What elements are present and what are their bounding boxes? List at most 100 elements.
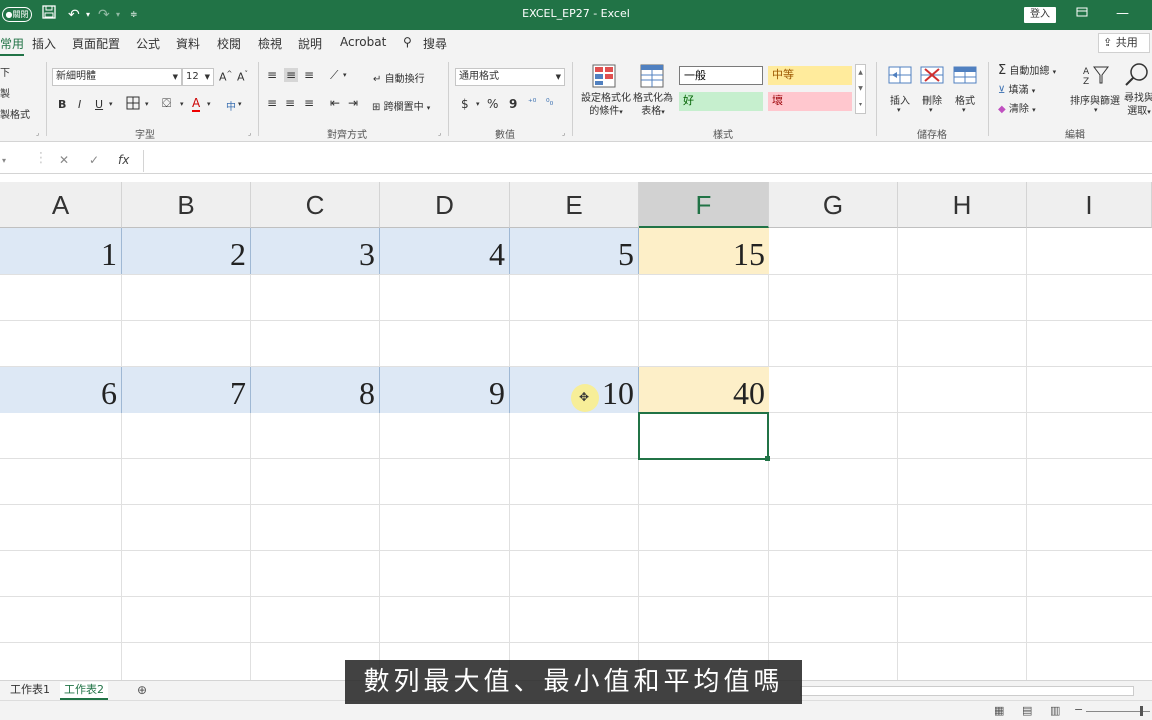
chevron-down-icon[interactable]: ▾ [929,106,933,114]
merge-center-button[interactable]: ⊞ 跨欄置中 ▾ [372,98,430,113]
insert-function-icon[interactable]: fx [118,153,129,167]
find-icon[interactable] [1124,62,1150,92]
column-header-h[interactable]: H [898,182,1027,228]
font-size-combo[interactable]: 12 ▼ [182,68,214,86]
comma-button[interactable]: 9 [509,97,517,111]
cell-e1[interactable]: 5 [510,228,639,274]
search-icon[interactable]: ⚲ [403,35,412,49]
chevron-down-icon[interactable]: ▾ [476,100,480,108]
align-top-icon[interactable]: ≡ [267,68,277,82]
align-bottom-icon[interactable]: ≡ [304,68,314,82]
styles-scroll[interactable]: ▲ ▼ ▾ [855,64,866,114]
sheet-tab-2[interactable]: 工作表2 [60,682,108,700]
chevron-down-icon[interactable]: ▾ [962,106,966,114]
phonetic-button[interactable]: 中 [226,98,236,113]
increase-decimal-icon[interactable]: ⁺⁰ [528,98,536,108]
clipboard-launcher-icon[interactable]: ⌟ [36,129,39,137]
align-center-icon[interactable]: ≡ [285,96,295,110]
cell-b4[interactable]: 7 [122,367,251,413]
wrap-text-button[interactable]: ↵ 自動換行 [373,70,425,85]
cell-c1[interactable]: 3 [251,228,380,274]
page-layout-view-icon[interactable]: ▤ [1022,704,1032,717]
copy-button[interactable]: 製 [0,85,10,100]
shrink-font-icon[interactable]: A˅ [237,70,248,84]
cell-d4[interactable]: 9 [380,367,510,413]
column-header-f[interactable]: F [639,182,769,228]
zoom-out-icon[interactable]: − [1074,703,1083,716]
cell-f4[interactable]: 40 [639,367,769,413]
chevron-down-icon[interactable]: ▾ [897,106,901,114]
insert-cells-icon[interactable] [888,64,912,90]
style-neutral[interactable]: 中等 [768,66,852,85]
column-header-i[interactable]: I [1027,182,1152,228]
tab-acrobat[interactable]: Acrobat [340,35,386,49]
align-left-icon[interactable]: ≡ [267,96,277,110]
chevron-down-icon[interactable]: ▾ [238,100,242,108]
sheet-tab-1[interactable]: 工作表1 [6,682,54,700]
chevron-down-icon[interactable]: ▾ [109,100,113,108]
clear-button[interactable]: ◆ 清除 ▾ [998,100,1036,115]
style-bad[interactable]: 壞 [768,92,852,111]
font-launcher-icon[interactable]: ⌟ [248,129,251,137]
align-middle-icon[interactable]: ≡ [284,68,299,82]
font-color-button[interactable]: A [192,96,201,112]
share-button[interactable]: ⇪ 共用 [1098,33,1150,53]
alignment-launcher-icon[interactable]: ⌟ [438,129,441,137]
chevron-down-icon[interactable]: ▾ [1094,106,1098,114]
column-header-e[interactable]: E [510,182,639,228]
ribbon-display-icon[interactable] [1076,6,1088,22]
format-painter-button[interactable]: 製格式 [0,106,30,121]
signin-button[interactable]: 登入 [1024,7,1056,23]
number-format-combo[interactable]: 通用格式 ▼ [455,68,565,86]
chevron-down-icon[interactable]: ▾ [180,100,184,108]
tab-review[interactable]: 校閱 [217,35,241,52]
conditional-format-button[interactable]: 設定格式化 的條件▾ [580,92,632,119]
format-as-table-icon[interactable] [640,64,664,92]
minimize-icon[interactable]: — [1116,6,1129,21]
page-break-view-icon[interactable]: ▥ [1050,704,1060,717]
format-cells-button[interactable]: 格式 [955,92,975,107]
cell-a4[interactable]: 6 [0,367,122,413]
format-cells-icon[interactable] [953,64,977,90]
tab-formulas[interactable]: 公式 [136,35,160,52]
cancel-icon[interactable]: ✕ [59,153,69,167]
cell-f1[interactable]: 15 [639,228,769,274]
cell-c4[interactable]: 8 [251,367,380,413]
decrease-indent-icon[interactable]: ⇤ [330,96,340,110]
column-header-d[interactable]: D [380,182,510,228]
conditional-format-icon[interactable] [592,64,616,92]
fill-color-icon[interactable]: ⛋ [162,96,171,111]
border-icon[interactable] [126,96,140,113]
chevron-down-icon[interactable]: ▾ [145,100,149,108]
sort-filter-button[interactable]: 排序與篩選 [1070,92,1120,107]
delete-cells-icon[interactable] [920,64,944,90]
cell-b1[interactable]: 2 [122,228,251,274]
autosum-button[interactable]: Σ 自動加總 ▾ [998,62,1056,78]
enter-icon[interactable]: ✓ [89,153,99,167]
paste-button[interactable]: 下 [0,64,10,79]
name-box-dropdown-icon[interactable]: ▾ [2,156,6,165]
align-right-icon[interactable]: ≡ [304,96,314,110]
column-header-g[interactable]: G [769,182,898,228]
find-select-button[interactable]: 尋找與 選取▾ [1124,92,1152,119]
decrease-decimal-icon[interactable]: ⁰₀ [546,98,553,108]
sort-filter-icon[interactable]: AZ [1082,64,1110,90]
insert-cells-button[interactable]: 插入 [890,92,910,107]
add-sheet-icon[interactable]: ⊕ [137,683,147,697]
delete-cells-button[interactable]: 刪除 [922,92,942,107]
tab-page-layout[interactable]: 頁面配置 [72,35,120,52]
bold-button[interactable]: B [58,98,66,111]
number-launcher-icon[interactable]: ⌟ [562,129,565,137]
format-as-table-button[interactable]: 格式化為 表格▾ [632,92,674,119]
currency-button[interactable]: $ [461,97,469,111]
tab-home[interactable]: 常用 [0,35,25,56]
chevron-down-icon[interactable]: ▾ [343,71,347,79]
italic-button[interactable]: I [78,98,81,111]
increase-indent-icon[interactable]: ⇥ [348,96,358,110]
tab-view[interactable]: 檢視 [258,35,282,52]
chevron-down-icon[interactable]: ▾ [207,100,211,108]
grow-font-icon[interactable]: A^ [219,70,232,84]
font-name-combo[interactable]: 新細明體 ▼ [52,68,182,86]
tab-help[interactable]: 說明 [298,35,322,52]
style-good[interactable]: 好 [679,92,763,111]
